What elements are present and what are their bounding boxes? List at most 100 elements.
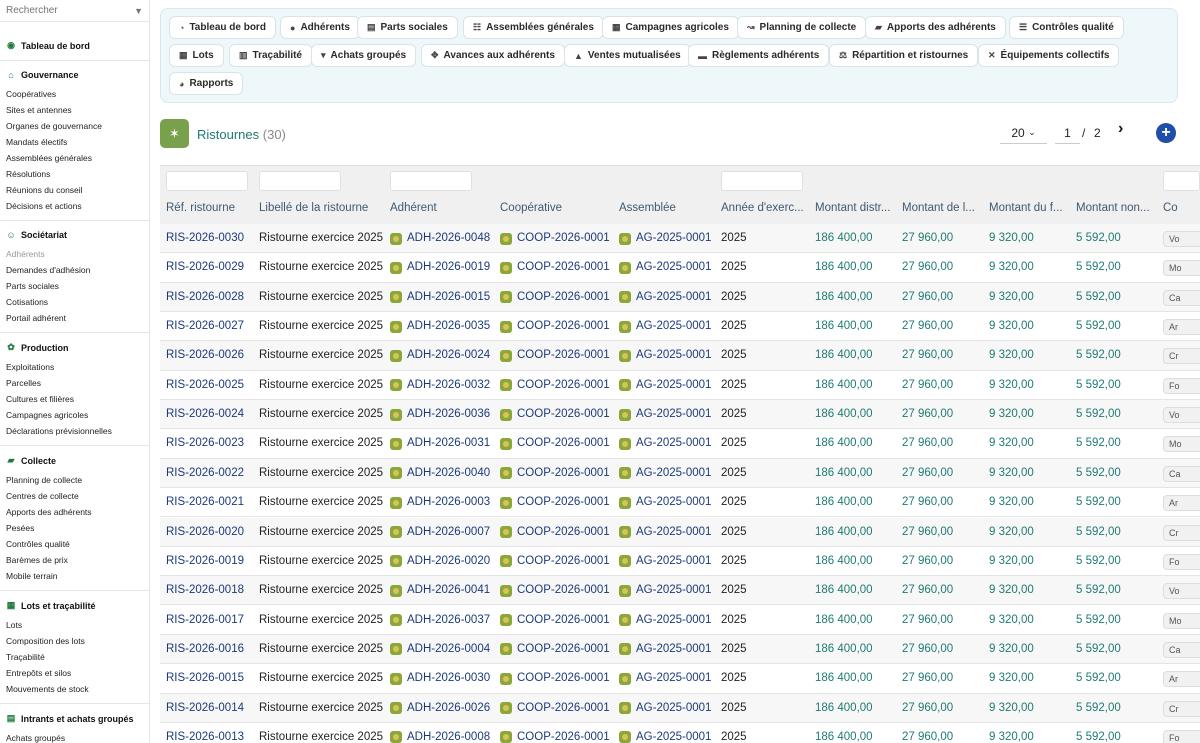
adherent-link[interactable]: ADH-2026-0031 (390, 429, 496, 458)
ristourne-ref-link[interactable]: RIS-2026-0016 (166, 635, 255, 664)
ristourne-ref-link[interactable]: RIS-2026-0013 (166, 723, 255, 743)
nav-button[interactable]: ☷ Assemblées générales (463, 16, 604, 39)
cooperative-link[interactable]: COOP-2026-0001 (500, 576, 615, 605)
adherent-link[interactable]: ADH-2026-0032 (390, 371, 496, 400)
nav-button[interactable]: ⚖ Répartition et ristournes (829, 44, 979, 67)
adherent-link[interactable]: ADH-2026-0020 (390, 547, 496, 576)
assemblee-link[interactable]: AG-2025-0001 (619, 635, 717, 664)
table-row[interactable]: RIS-2026-0028 Ristourne exercice 2025 ADH-… (160, 282, 1200, 312)
cooperative-link[interactable]: COOP-2026-0001 (500, 606, 615, 635)
assemblee-link[interactable]: AG-2025-0001 (619, 312, 717, 341)
sidebar-item[interactable]: Achats groupés (0, 730, 149, 743)
sidebar-section-heading[interactable]: ⌂ Gouvernance (0, 68, 149, 86)
cooperative-link[interactable]: COOP-2026-0001 (500, 664, 615, 693)
cooperative-link[interactable]: COOP-2026-0001 (500, 635, 615, 664)
assemblee-link[interactable]: AG-2025-0001 (619, 664, 717, 693)
column-header[interactable]: Co (1163, 202, 1194, 214)
assemblee-link[interactable]: AG-2025-0001 (619, 429, 717, 458)
adherent-link[interactable]: ADH-2026-0048 (390, 224, 496, 253)
adherent-link[interactable]: ADH-2026-0036 (390, 400, 496, 429)
ristourne-ref-link[interactable]: RIS-2026-0020 (166, 518, 255, 547)
nav-button[interactable]: ▦ Campagnes agricoles (602, 16, 739, 39)
search-input[interactable] (6, 5, 126, 16)
sidebar-item[interactable]: Décisions et actions (0, 198, 149, 214)
assemblee-link[interactable]: AG-2025-0001 (619, 488, 717, 517)
cooperative-link[interactable]: COOP-2026-0001 (500, 429, 615, 458)
nav-button[interactable]: ▬ Règlements adhérents (688, 44, 830, 67)
sidebar-item[interactable]: Adhérents (0, 246, 149, 262)
sidebar-item[interactable]: Traçabilité (0, 649, 149, 665)
ristourne-ref-link[interactable]: RIS-2026-0026 (166, 341, 255, 370)
ristourne-ref-link[interactable]: RIS-2026-0019 (166, 547, 255, 576)
cooperative-link[interactable]: COOP-2026-0001 (500, 371, 615, 400)
sidebar-item[interactable]: Exploitations (0, 359, 149, 375)
sidebar-item[interactable]: Pesées (0, 520, 149, 536)
table-row[interactable]: RIS-2026-0016 Ristourne exercice 2025 ADH-… (160, 634, 1200, 665)
table-row[interactable]: RIS-2026-0029 Ristourne exercice 2025 ADH-… (160, 253, 1200, 283)
ristourne-ref-link[interactable]: RIS-2026-0023 (166, 429, 255, 458)
cooperative-link[interactable]: COOP-2026-0001 (500, 518, 615, 547)
adherent-link[interactable]: ADH-2026-0030 (390, 664, 496, 693)
column-header[interactable]: Assemblée (619, 202, 715, 214)
nav-button[interactable]: ● Adhérents (280, 16, 360, 39)
ristourne-ref-link[interactable]: RIS-2026-0029 (166, 253, 255, 282)
cooperative-link[interactable]: COOP-2026-0001 (500, 547, 615, 576)
column-header[interactable]: Montant distr... (815, 202, 896, 214)
column-header[interactable]: Montant du f... (989, 202, 1070, 214)
cooperative-link[interactable]: COOP-2026-0001 (500, 283, 615, 312)
column-header[interactable]: Libellé de la ristourne (259, 202, 384, 214)
nav-button[interactable]: ◔ Tableau de bord (169, 16, 276, 39)
table-row[interactable]: RIS-2026-0019 Ristourne exercice 2025 ADH-… (160, 547, 1200, 577)
adherent-link[interactable]: ADH-2026-0004 (390, 635, 496, 664)
table-row[interactable]: RIS-2026-0014 Ristourne exercice 2025 ADH-… (160, 693, 1200, 723)
assemblee-link[interactable]: AG-2025-0001 (619, 371, 717, 400)
sidebar-item[interactable]: Parts sociales (0, 278, 149, 294)
nav-button[interactable]: ▤ Parts sociales (357, 16, 458, 39)
assemblee-link[interactable]: AG-2025-0001 (619, 253, 717, 282)
cooperative-link[interactable]: COOP-2026-0001 (500, 488, 615, 517)
assemblee-link[interactable]: AG-2025-0001 (619, 400, 717, 429)
column-header[interactable]: Année d'exerc... (721, 202, 809, 214)
sidebar-item[interactable]: Cotisations (0, 294, 149, 310)
ristourne-ref-link[interactable]: RIS-2026-0024 (166, 400, 255, 429)
sidebar-section-heading[interactable]: ▰ Collecte (0, 453, 149, 472)
adherent-link[interactable]: ADH-2026-0008 (390, 723, 496, 743)
nav-button[interactable]: ▾ Achats groupés (311, 44, 417, 67)
ristourne-ref-link[interactable]: RIS-2026-0018 (166, 576, 255, 605)
sidebar-item[interactable]: Composition des lots (0, 633, 149, 649)
adherent-link[interactable]: ADH-2026-0003 (390, 488, 496, 517)
ristourne-ref-link[interactable]: RIS-2026-0021 (166, 488, 255, 517)
sidebar-item[interactable]: Contrôles qualité (0, 536, 149, 552)
sidebar-item[interactable]: Coopératives (0, 86, 149, 102)
table-row[interactable]: RIS-2026-0013 Ristourne exercice 2025 ADH-… (160, 723, 1200, 743)
nav-button[interactable]: ✥ Avances aux adhérents (421, 44, 565, 67)
sidebar-section-heading[interactable]: ✿ Production (0, 340, 149, 359)
table-row[interactable]: RIS-2026-0018 Ristourne exercice 2025 ADH-… (160, 576, 1200, 606)
ristourne-ref-link[interactable]: RIS-2026-0014 (166, 694, 255, 723)
assemblee-link[interactable]: AG-2025-0001 (619, 723, 717, 743)
sidebar-item[interactable]: Entrepôts et silos (0, 665, 149, 681)
table-row[interactable]: RIS-2026-0024 Ristourne exercice 2025 ADH-… (160, 400, 1200, 430)
chevron-down-icon[interactable]: ▼ (134, 6, 143, 16)
nav-button[interactable]: ☰ Contrôles qualité (1009, 16, 1124, 39)
nav-button[interactable]: ▲ Ventes mutualisées (564, 44, 691, 67)
assemblee-link[interactable]: AG-2025-0001 (619, 576, 717, 605)
sidebar-item-dashboard[interactable]: ◉ Tableau de bord (0, 22, 149, 61)
sidebar-item[interactable]: Planning de collecte (0, 472, 149, 488)
assemblee-link[interactable]: AG-2025-0001 (619, 459, 717, 488)
ristourne-ref-link[interactable]: RIS-2026-0022 (166, 459, 255, 488)
table-row[interactable]: RIS-2026-0020 Ristourne exercice 2025 ADH-… (160, 517, 1200, 547)
table-row[interactable]: RIS-2026-0023 Ristourne exercice 2025 ADH-… (160, 429, 1200, 459)
adherent-link[interactable]: ADH-2026-0019 (390, 253, 496, 282)
column-header[interactable]: Montant non... (1076, 202, 1157, 214)
column-filter-input[interactable] (259, 171, 341, 191)
adherent-link[interactable]: ADH-2026-0037 (390, 606, 496, 635)
column-header[interactable]: Adhérent (390, 202, 494, 214)
assemblee-link[interactable]: AG-2025-0001 (619, 518, 717, 547)
search-box[interactable]: ▼ (0, 0, 149, 22)
ristourne-ref-link[interactable]: RIS-2026-0025 (166, 371, 255, 400)
cooperative-link[interactable]: COOP-2026-0001 (500, 400, 615, 429)
sidebar-item[interactable]: Parcelles (0, 375, 149, 391)
next-page-icon[interactable]: › (1118, 120, 1123, 138)
sidebar-item[interactable]: Demandes d'adhésion (0, 262, 149, 278)
